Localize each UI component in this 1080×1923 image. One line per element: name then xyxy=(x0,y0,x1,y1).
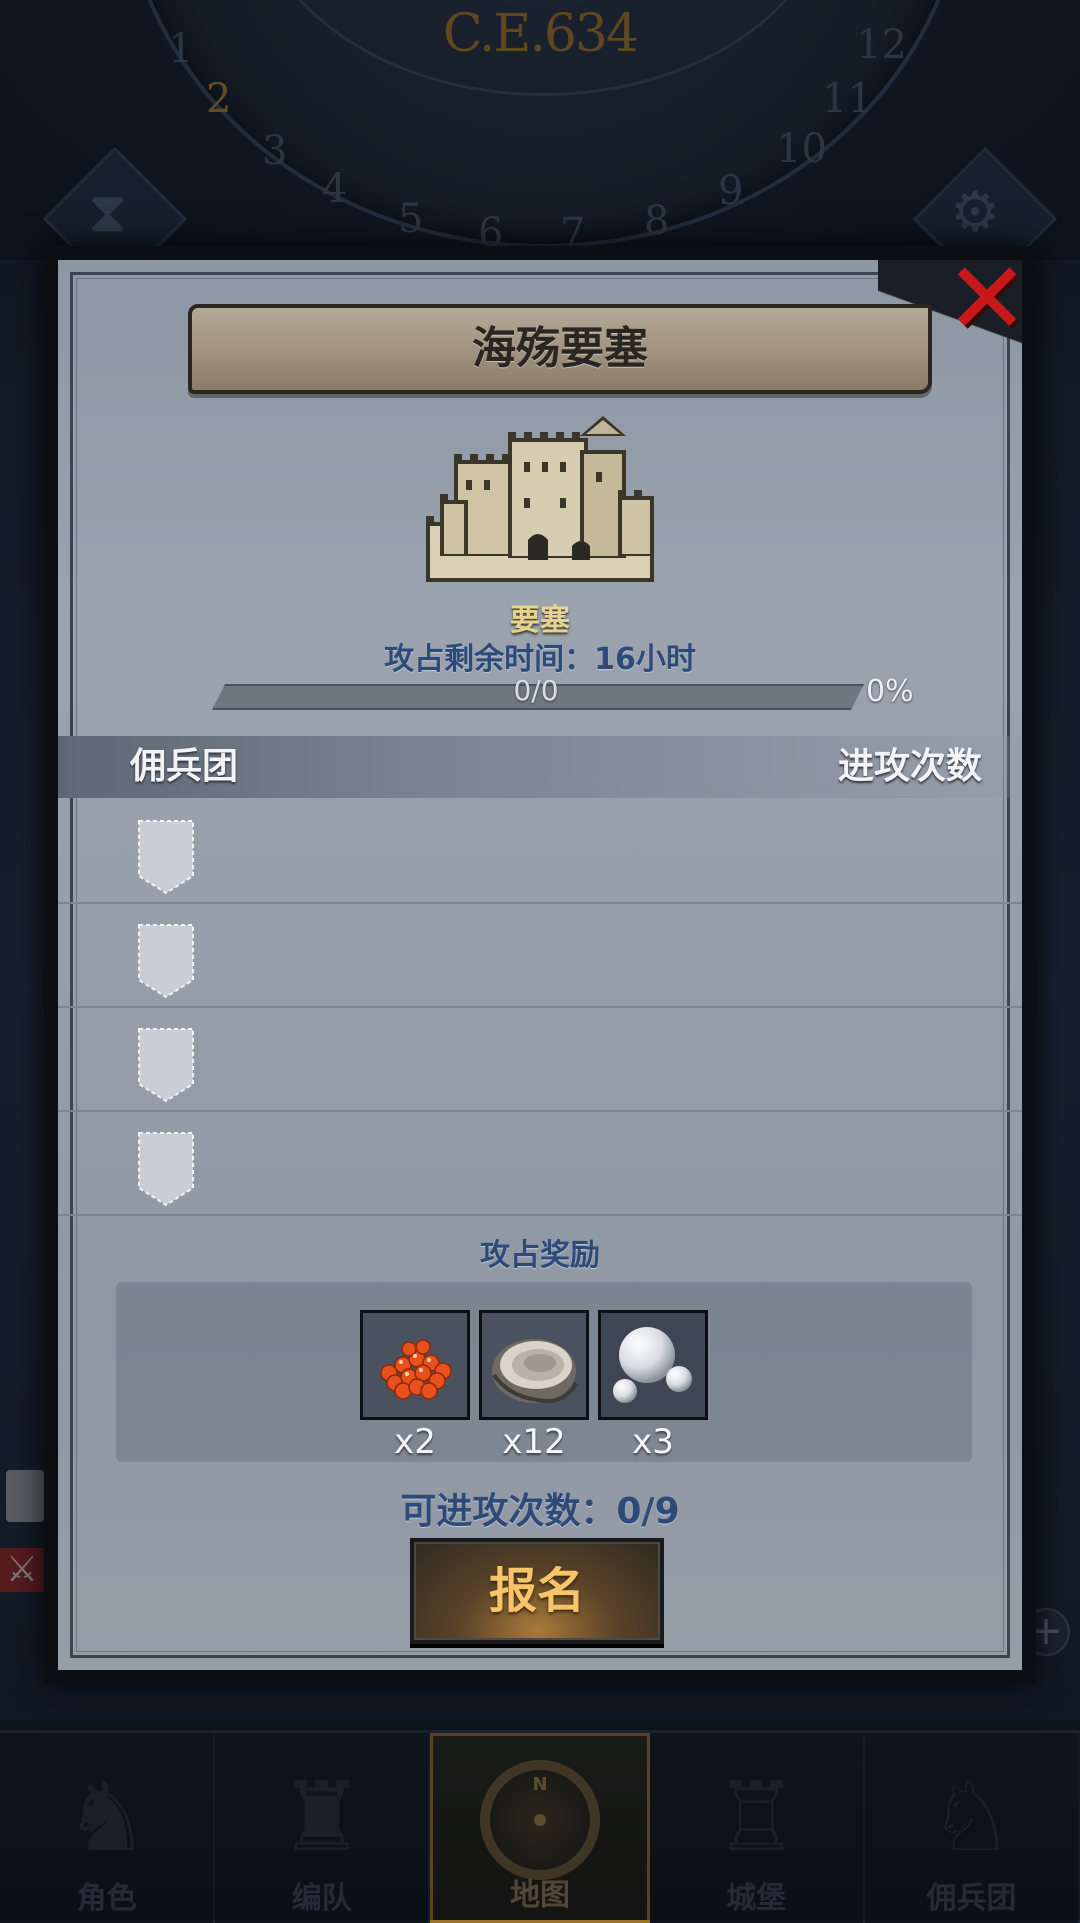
dialog-title: 海殇要塞 xyxy=(472,323,648,374)
empty-shield-icon xyxy=(138,820,194,895)
empty-shield-icon xyxy=(138,1132,194,1207)
reward-count: x3 xyxy=(632,1422,674,1462)
attempts-value: 0/9 xyxy=(616,1491,680,1532)
remaining-time-value: 16小时 xyxy=(594,642,696,677)
reward-count: x12 xyxy=(502,1422,566,1462)
capture-progress-text: 0/0 xyxy=(513,674,559,707)
close-icon[interactable]: ✕ xyxy=(942,249,1032,349)
pearl-icon xyxy=(598,1310,708,1420)
remaining-time: 攻占剩余时间：16小时 xyxy=(58,634,1022,678)
column-header-attacks: 进攻次数 xyxy=(837,746,982,787)
attempts-label: 可进攻次数： xyxy=(400,1491,617,1532)
signup-button-label: 报名 xyxy=(488,1563,585,1619)
remaining-time-label: 攻占剩余时间： xyxy=(384,642,595,677)
rewards-title: 攻占奖励 xyxy=(480,1238,600,1273)
reward-item[interactable]: x3 xyxy=(598,1310,708,1462)
fortress-dialog: 海殇要塞 要塞 攻占剩余时间：16小时 0/0 0% 佣兵团 进攻次数 攻占奖励… xyxy=(44,246,1036,1684)
table-row[interactable] xyxy=(58,798,1022,904)
reward-item[interactable]: x2 xyxy=(360,1310,470,1462)
fortress-icon xyxy=(426,416,654,582)
table-row[interactable] xyxy=(58,902,1022,1008)
signup-button[interactable]: 报名 xyxy=(410,1538,664,1644)
oyster-icon xyxy=(479,1310,589,1420)
column-header-mercenary: 佣兵团 xyxy=(130,746,239,787)
table-row[interactable] xyxy=(58,1006,1022,1112)
reward-item[interactable]: x12 xyxy=(479,1310,589,1462)
mercenary-table-header: 佣兵团 进攻次数 xyxy=(58,736,1022,798)
capture-progress-percent: 0% xyxy=(866,674,914,709)
empty-shield-icon xyxy=(138,924,194,999)
table-row[interactable] xyxy=(58,1110,1022,1216)
available-attempts: 可进攻次数：0/9 xyxy=(58,1482,1022,1534)
reward-count: x2 xyxy=(394,1422,436,1462)
fortress-type-label: 要塞 xyxy=(510,603,570,638)
dialog-panel: 海殇要塞 要塞 攻占剩余时间：16小时 0/0 0% 佣兵团 进攻次数 攻占奖励… xyxy=(58,260,1022,1670)
empty-shield-icon xyxy=(138,1028,194,1103)
roe-icon xyxy=(360,1310,470,1420)
title-banner: 海殇要塞 xyxy=(188,304,932,394)
